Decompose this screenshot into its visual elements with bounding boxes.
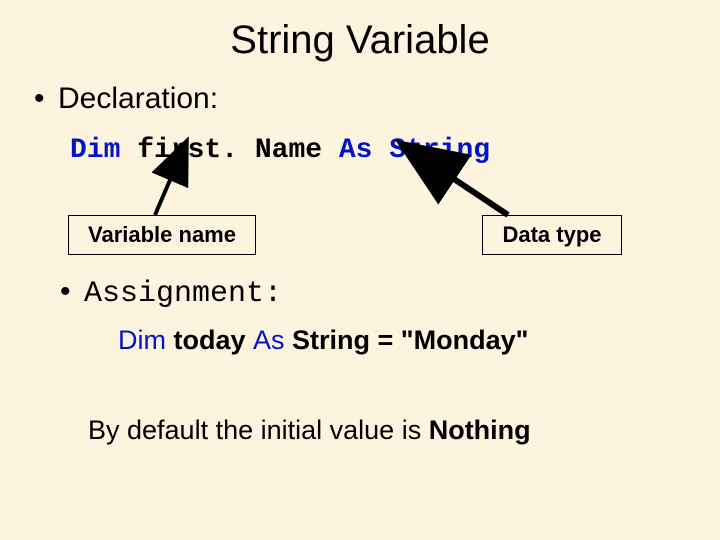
- bullet-assignment: •Assignment:: [60, 275, 282, 311]
- code-keyword-dim: Dim: [70, 135, 137, 166]
- assign-keyword-as: As: [253, 325, 285, 355]
- footer-note: By default the initial value is Nothing: [88, 415, 531, 446]
- bullet-assignment-text: Assignment:: [84, 277, 282, 311]
- slide: String Variable •Declaration: Dim first.…: [0, 0, 720, 540]
- bullet-dot-icon: •: [60, 275, 84, 309]
- code-declaration-line: Dim first. Name As String: [70, 135, 490, 166]
- code-type-string: String: [389, 135, 490, 166]
- footer-nothing: Nothing: [429, 415, 531, 445]
- arrow-to-variable-name: [155, 173, 173, 215]
- bullet-declaration-text: Declaration:: [58, 82, 218, 115]
- bullet-declaration: •Declaration:: [34, 82, 218, 116]
- footer-text: By default the initial value is: [88, 415, 429, 445]
- assign-identifier-today: today: [166, 325, 253, 355]
- callout-variable-name: Variable name: [68, 215, 256, 255]
- assign-value: = "Monday": [378, 325, 529, 355]
- code-identifier: first. Name: [137, 135, 339, 166]
- arrow-to-data-type: [445, 173, 508, 215]
- slide-title: String Variable: [0, 18, 720, 63]
- code-keyword-as: As: [339, 135, 389, 166]
- assign-type-string: String: [285, 325, 378, 355]
- annotation-arrows: [0, 0, 720, 540]
- callout-data-type: Data type: [482, 215, 622, 255]
- code-assignment-line: Dim today As String = "Monday": [118, 325, 528, 356]
- assign-keyword-dim: Dim: [118, 325, 166, 355]
- bullet-dot-icon: •: [34, 82, 58, 116]
